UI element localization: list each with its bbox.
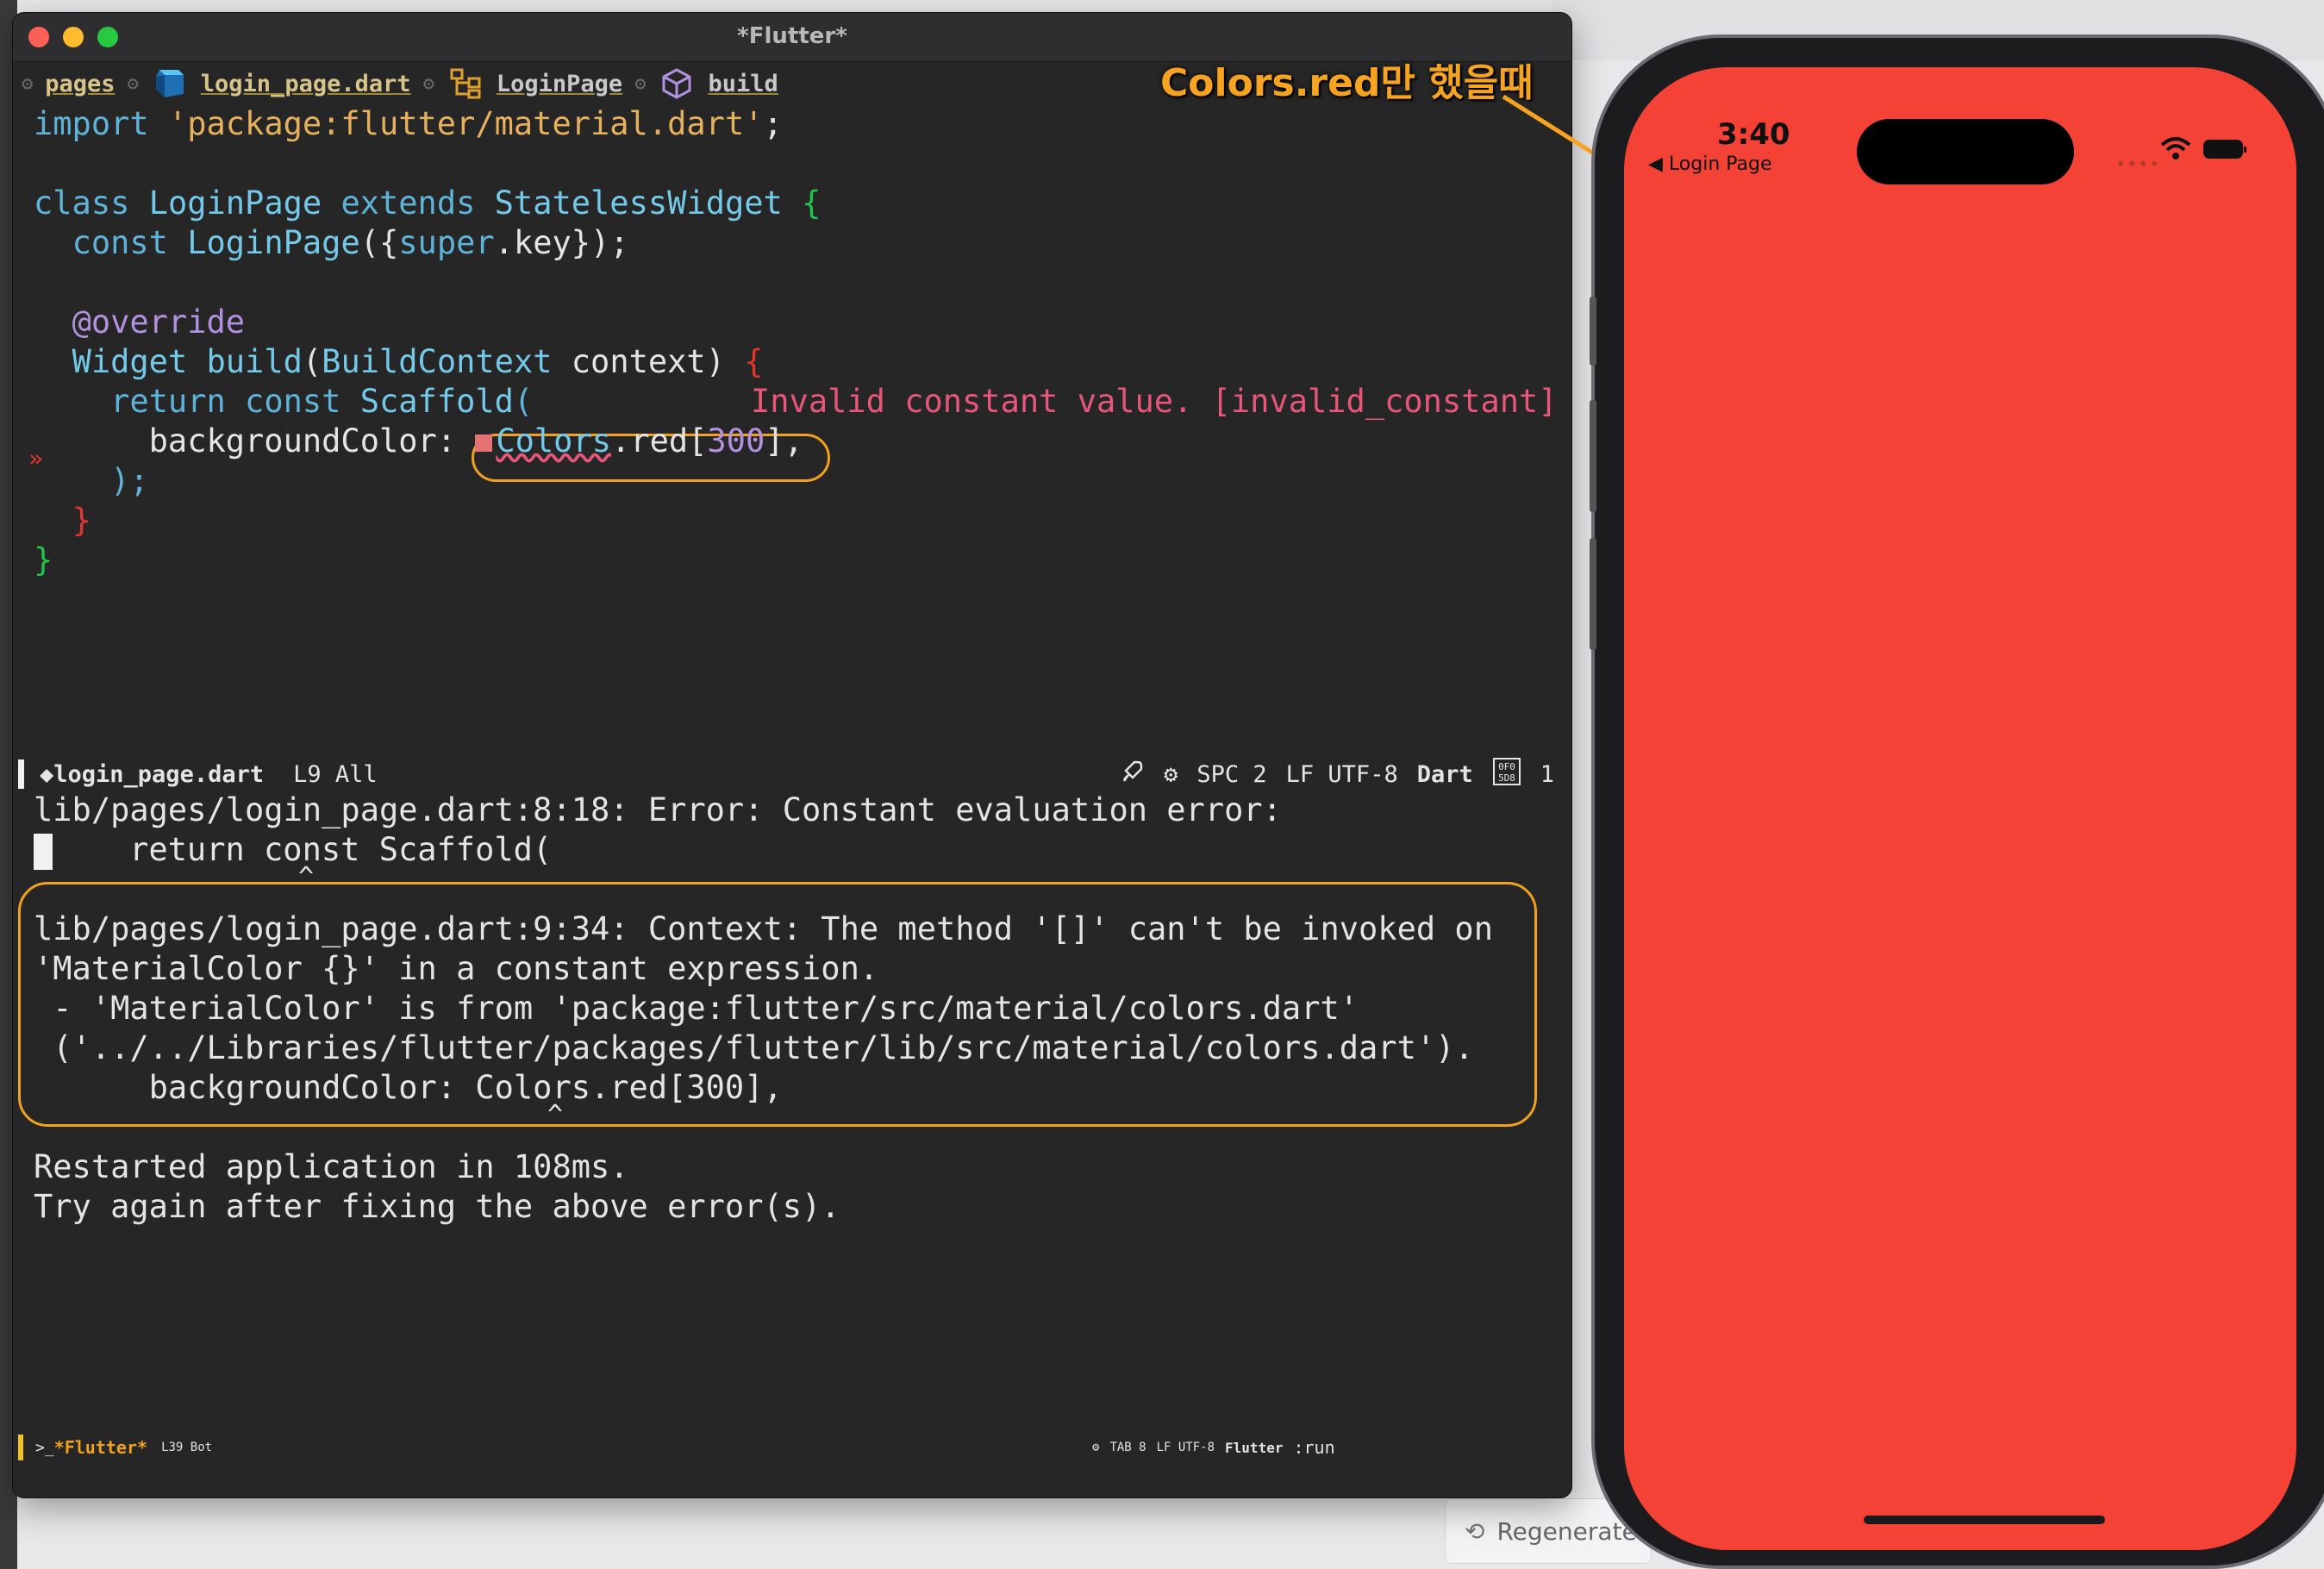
output-line: Try again after fixing the above error(s… <box>34 1188 840 1225</box>
cellular-signal-icon: •••• <box>2115 153 2161 174</box>
code-line: const LoginPage({super.key}); <box>72 224 629 261</box>
breadcrumb-item-method[interactable]: build <box>708 71 778 97</box>
code-line: @override <box>72 303 246 341</box>
modeline-top: ◆ login_page.dart L9 All ⚙ SPC 2 LF UTF-… <box>13 754 1571 794</box>
terminal-prompt: >_ <box>35 1438 54 1457</box>
separator-icon: ⚙ <box>634 72 647 95</box>
modeline-major-mode: Flutter <box>1225 1439 1284 1456</box>
code-line: return const Scaffold(Invalid constant v… <box>110 383 1558 420</box>
modeline-encoding: LF UTF-8 <box>1156 1441 1215 1454</box>
app-screen[interactable]: 3:40 ◀ Login Page •••• <box>1624 67 2296 1550</box>
unicode-box-icon: 0F0 5D8 <box>1492 757 1521 792</box>
code-line: class LoginPage extends StatelessWidget … <box>34 184 822 222</box>
breadcrumb-item-class[interactable]: LoginPage <box>497 71 622 97</box>
dart-file-icon: ◆ <box>40 760 54 788</box>
emacs-window: *Flutter* ⚙ pages ⚙ login_page.dart ⚙ Lo… <box>12 12 1572 1498</box>
code-line: backgroundColor: Colors.red[300], <box>148 422 803 459</box>
modeline-count: 1 <box>1540 760 1554 788</box>
modeline-filename: login_page.dart <box>53 760 265 788</box>
folder-icon: ⚙ <box>22 72 34 95</box>
home-indicator[interactable] <box>1864 1516 2105 1524</box>
method-cube-icon <box>658 65 696 103</box>
dynamic-island <box>1857 119 2074 184</box>
phone-side-button <box>1590 400 1596 512</box>
output-line: lib/pages/login_page.dart:8:18: Error: C… <box>34 791 1282 828</box>
code-line: ); <box>110 462 149 499</box>
modeline-major-mode: Dart <box>1416 760 1473 788</box>
annotation-label: Colors.red만 했을때 <box>1160 61 1534 105</box>
color-swatch <box>475 434 493 452</box>
rocket-icon <box>1119 759 1145 791</box>
modeline-indent: TAB 8 <box>1109 1441 1146 1454</box>
phone-side-button <box>1590 297 1596 366</box>
modeline-indent: SPC 2 <box>1196 760 1267 788</box>
window-title: *Flutter* <box>737 23 847 49</box>
separator-icon: ⚙ <box>127 72 139 95</box>
code-line: Widget build(BuildContext context) { <box>72 343 764 380</box>
output-line: ^ <box>34 1100 564 1130</box>
modeline-process: :run <box>1293 1437 1335 1458</box>
svg-text:5D8: 5D8 <box>1498 772 1515 784</box>
code-line: } <box>72 502 91 539</box>
inline-error-message: Invalid constant value. [invalid_constan… <box>751 383 1558 420</box>
code-editor[interactable]: import 'package:flutter/material.dart'; … <box>34 104 1558 580</box>
wifi-icon <box>2160 137 2191 159</box>
breadcrumb-item-pages[interactable]: pages <box>45 71 115 97</box>
regenerate-label: Regenerate <box>1496 1516 1637 1546</box>
refresh-icon: ⟲ <box>1465 1516 1485 1546</box>
svg-text:0F0: 0F0 <box>1498 761 1515 772</box>
output-line: 'MaterialColor {}' in a constant express… <box>34 950 879 987</box>
modeline-bottom: >_ *Flutter* L39 Bot ⚙ TAB 8 LF UTF-8 Fl… <box>13 1430 1571 1465</box>
class-icon <box>447 65 484 103</box>
modeline-buffer-name: *Flutter* <box>53 1437 148 1458</box>
separator-icon: ⚙ <box>422 72 434 95</box>
phone-side-button <box>1590 538 1596 650</box>
code-line: } <box>34 541 53 578</box>
modeline-indicator <box>18 1435 23 1460</box>
gear-icon: ⚙ <box>1164 760 1178 788</box>
iphone-simulator: 3:40 ◀ Login Page •••• <box>1590 34 2324 1569</box>
dart-logo-icon <box>151 65 189 103</box>
gear-icon: ⚙ <box>1092 1441 1100 1454</box>
output-line: ('../../Libraries/flutter/packages/flutt… <box>34 1029 1474 1066</box>
battery-icon <box>2203 140 2246 159</box>
modeline-indicator <box>18 759 24 789</box>
code-line: import 'package:flutter/material.dart'; <box>34 105 783 142</box>
output-line: Restarted application in 108ms. <box>34 1148 629 1185</box>
modeline-position: L9 All <box>293 760 378 788</box>
breadcrumb-item-file[interactable]: login_page.dart <box>201 71 411 97</box>
modeline-position: L39 Bot <box>161 1441 213 1454</box>
output-line: lib/pages/login_page.dart:9:34: Context:… <box>34 910 1493 947</box>
output-line: - 'MaterialColor' is from 'package:flutt… <box>34 990 1359 1027</box>
status-time: 3:40 <box>1717 117 1790 152</box>
back-to-login-page[interactable]: ◀ Login Page <box>1648 153 1772 175</box>
modeline-encoding: LF UTF-8 <box>1285 760 1398 788</box>
